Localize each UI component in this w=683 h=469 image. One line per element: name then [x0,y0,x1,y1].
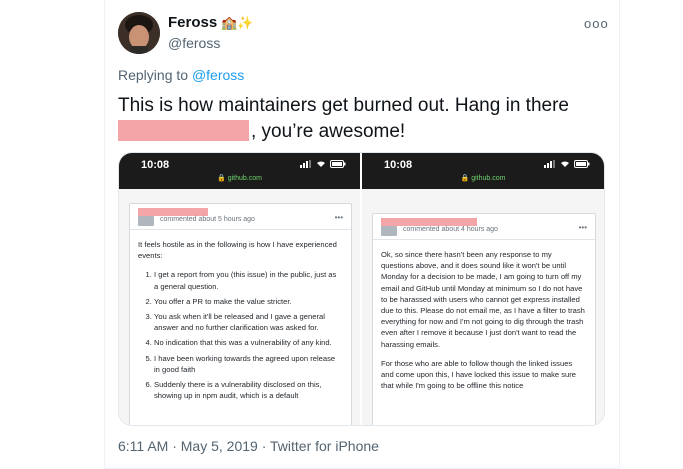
comment-intro: It feels hostile as in the following is … [138,240,337,261]
comment-body: It feels hostile as in the following is … [138,239,341,405]
github-comment: commented about 4 hours ago ••• Ok, so s… [372,213,596,425]
comment-body: Ok, so since there hasn't been any respo… [381,249,585,399]
screenshot-right[interactable]: 10:08 🔒 github.com commented about 4 hou… [362,153,604,425]
status-time: 10:08 [384,159,413,171]
tweet-media[interactable]: 10:08 🔒 github.com commented about 5 hou… [118,152,605,426]
comment-menu-icon[interactable]: ••• [579,223,587,232]
divider [130,229,351,230]
list-item: I get a report from you (this issue) in … [154,269,341,291]
tweet-text: This is how maintainers get burned out. … [118,93,608,145]
signal-icon [544,160,555,168]
event-list: I get a report from you (this issue) in … [138,269,341,401]
status-bar: 10:08 🔒 github.com [119,153,360,189]
browser-url: 🔒 github.com [217,175,262,182]
status-icons [300,160,346,168]
comment-paragraph: Ok, so since there hasn't been any respo… [381,250,585,349]
avatar[interactable] [118,12,160,54]
more-options-icon[interactable]: ooo [584,16,609,31]
wifi-icon [317,161,325,167]
redaction-block [381,218,477,226]
comment-menu-icon[interactable]: ••• [335,213,343,222]
signal-icon [300,160,311,168]
comment-meta: commented about 5 hours ago [160,216,255,223]
reply-handle-link[interactable]: @feross [192,67,244,83]
battery-icon [330,160,346,168]
divider [373,239,595,240]
replying-to: Replying to @feross [118,67,245,83]
card-border [619,0,620,469]
redaction-block [118,120,249,141]
comment-paragraph: For those who are able to follow though … [381,358,577,391]
browser-url: 🔒 github.com [460,175,506,182]
status-time: 10:08 [141,159,170,171]
author-name[interactable]: Feross 🏫✨ [168,14,254,31]
status-bar: 10:08 🔒 github.com [362,153,604,189]
screenshot-left[interactable]: 10:08 🔒 github.com commented about 5 hou… [119,153,360,425]
tweet-line2: , you’re awesome! [251,121,406,142]
tweet-timestamp[interactable]: 6:11 AM · May 5, 2019 · Twitter for iPho… [118,438,379,454]
wifi-icon [561,161,569,167]
list-item: I have been working towards the agreed u… [154,353,341,375]
tweet-line1: This is how maintainers get burned out. … [118,95,569,116]
list-item: You offer a PR to make the value stricte… [154,296,341,307]
commenter-avatar [381,226,397,236]
redaction-block [138,208,208,216]
status-icons [544,160,590,168]
battery-icon [574,160,590,168]
github-comment: commented about 5 hours ago ••• It feels… [129,203,352,425]
list-item: You ask when it'll be released and I gav… [154,311,341,333]
commenter-avatar [138,216,154,226]
list-item: Suddenly there is a vulnerability disclo… [154,379,341,401]
author-handle[interactable]: @feross [168,35,220,51]
card-border [104,0,105,469]
comment-meta: commented about 4 hours ago [403,226,498,233]
list-item: No indication that this was a vulnerabil… [154,337,341,348]
emoji-decoration: 🏫✨ [221,14,254,30]
